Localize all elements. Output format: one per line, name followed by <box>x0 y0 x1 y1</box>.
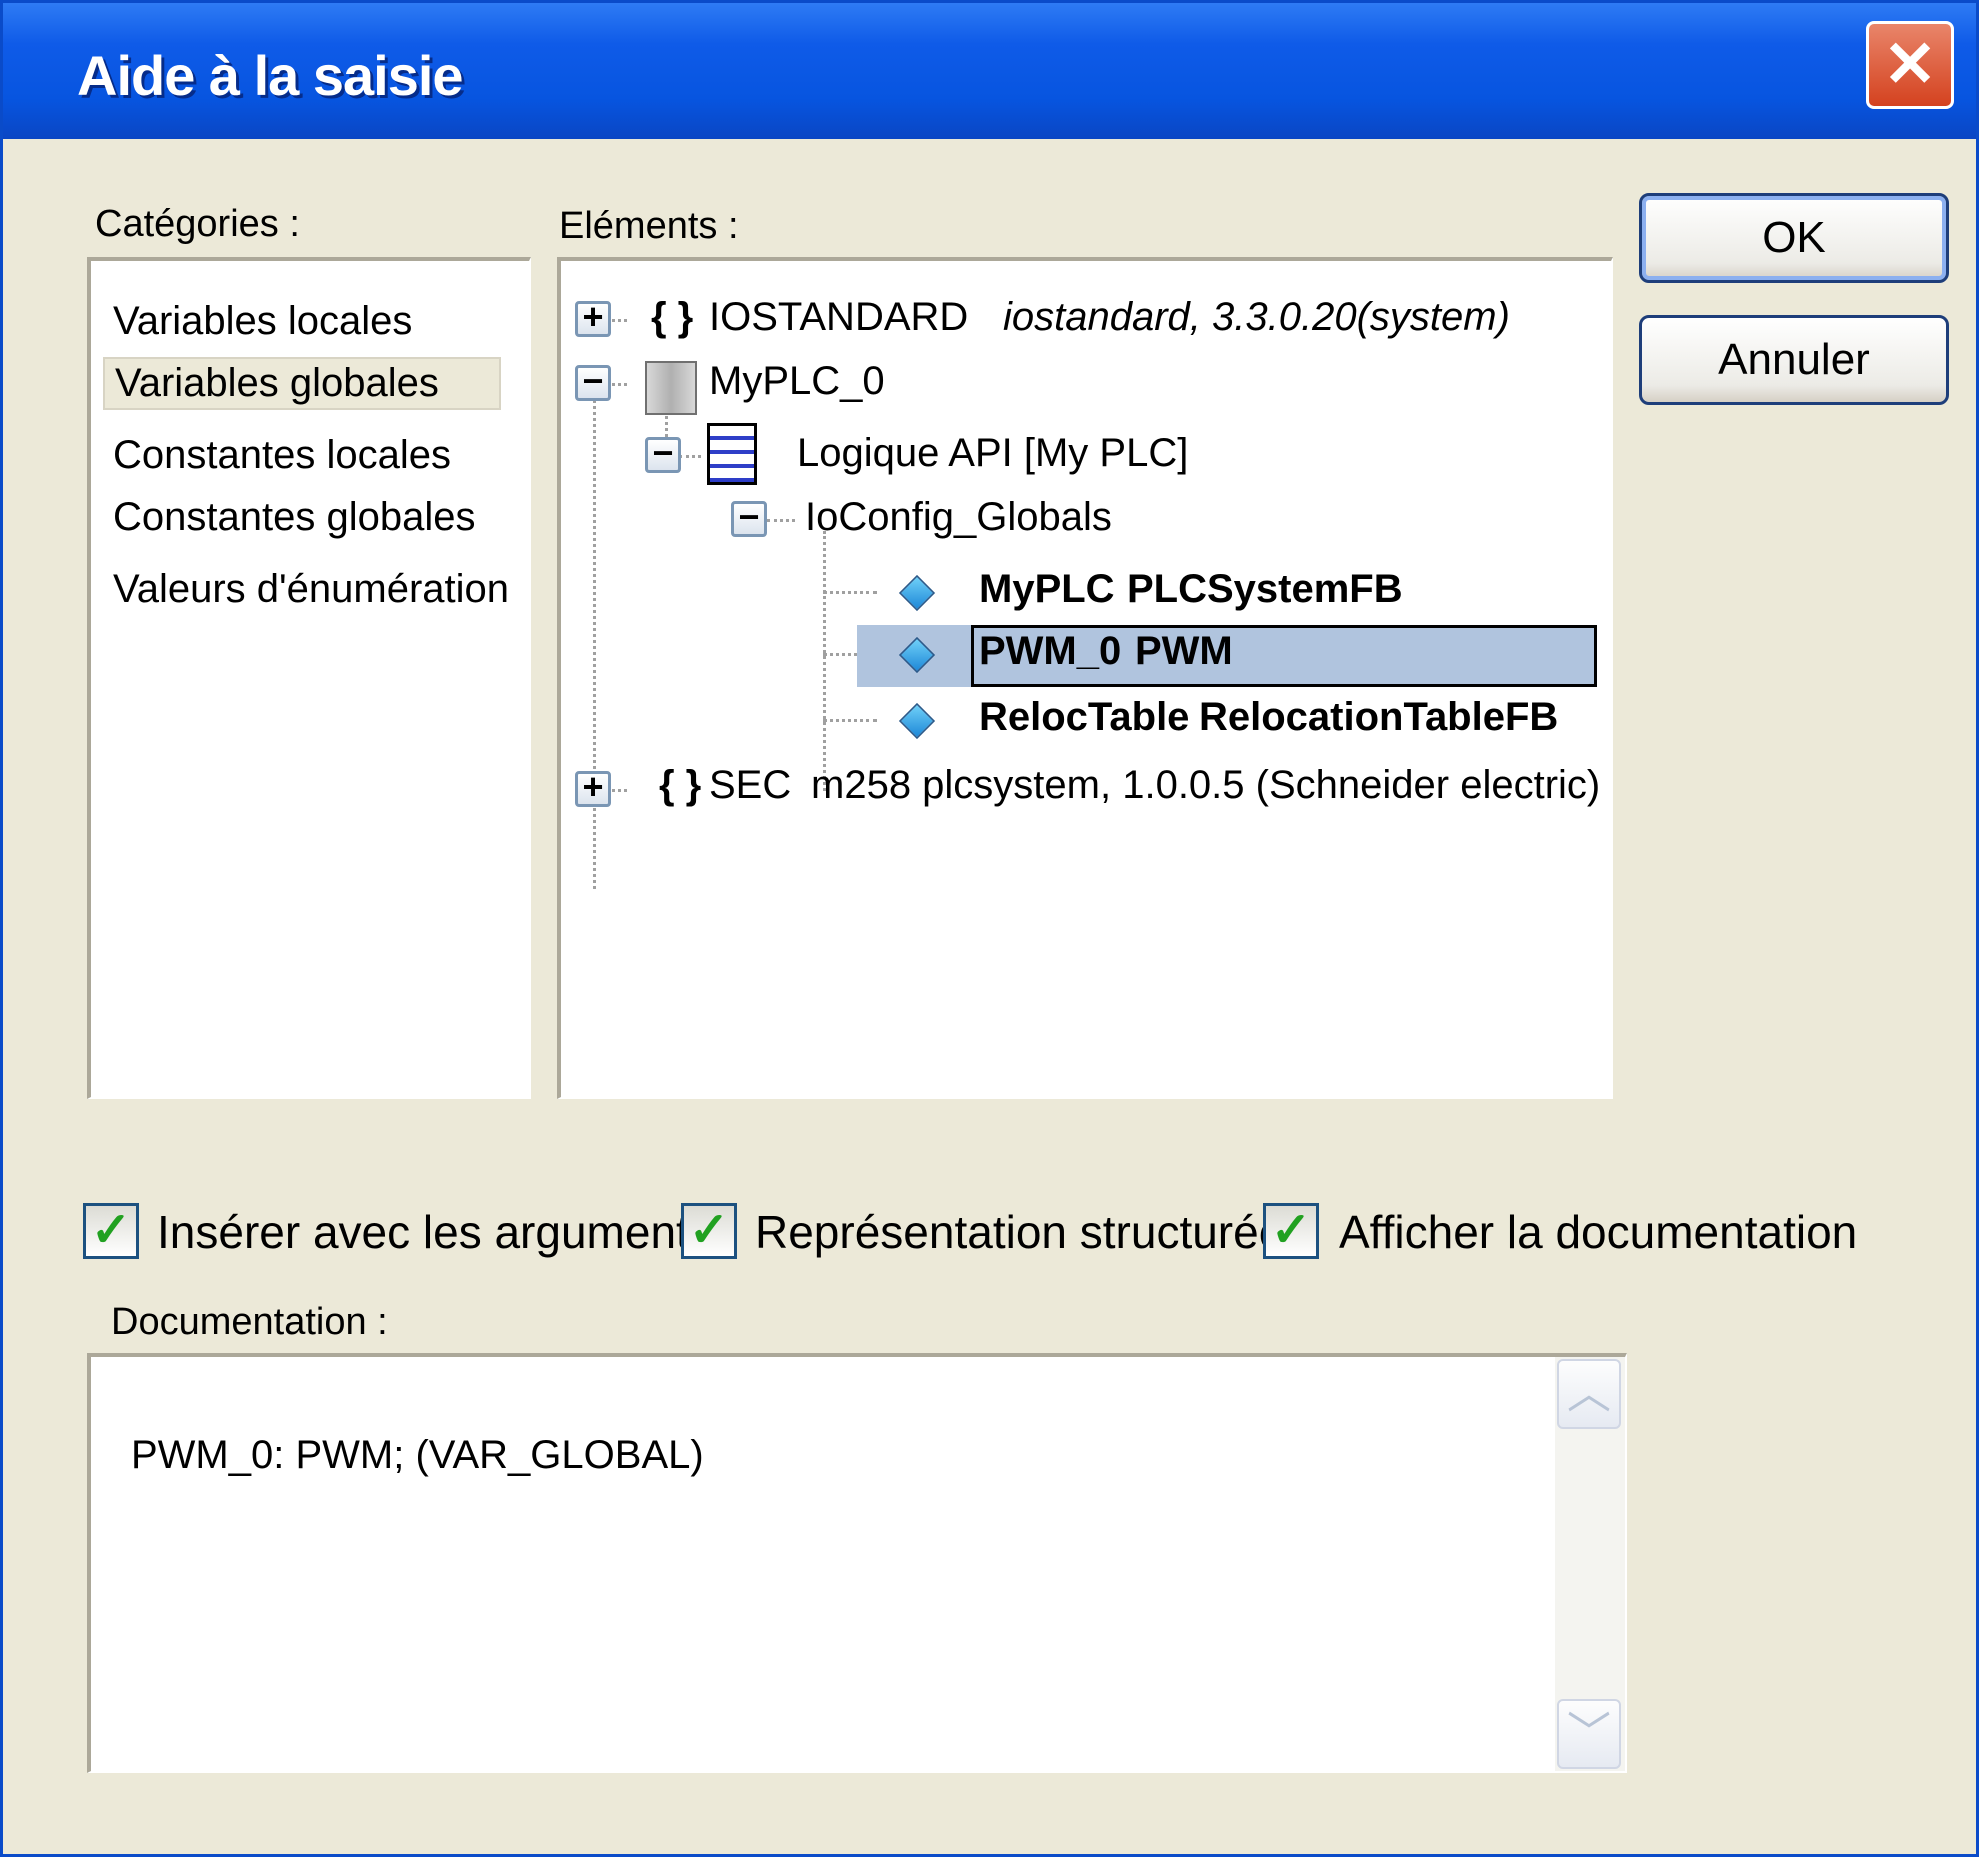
collapse-logique-api[interactable]: − <box>645 435 681 473</box>
title-bar[interactable]: Aide à la saisie ✕ <box>3 3 1976 139</box>
documentation-scrollbar[interactable]: ︿ ﹀ <box>1555 1357 1625 1771</box>
elements-tree[interactable]: + { } IOSTANDARD iostandard, 3.3.0.20(sy… <box>557 257 1613 1099</box>
tree-item-reloctable[interactable]: RelocTable <box>979 695 1189 740</box>
tree-connector <box>593 369 596 889</box>
expand-iostandard[interactable]: + <box>575 299 611 337</box>
tree-item-reloctable-type: RelocationTableFB <box>1199 695 1559 739</box>
category-item-local-constants[interactable]: Constantes locales <box>113 433 451 478</box>
tree-item-logique-api[interactable]: Logique API [My PLC] <box>797 431 1188 476</box>
categories-list[interactable]: Variables locales Variables globales Con… <box>87 257 531 1099</box>
documentation-text: PWM_0: PWM; (VAR_GLOBAL) <box>131 1433 704 1477</box>
elements-label: Eléments : <box>559 205 739 247</box>
category-item-enum-values[interactable]: Valeurs d'énumération <box>113 567 509 612</box>
structured-view-label[interactable]: Représentation structurée <box>755 1205 1284 1259</box>
tree-connector <box>679 455 701 458</box>
category-item-local-vars[interactable]: Variables locales <box>113 299 412 344</box>
chevron-up-icon: ︿ <box>1567 1369 1611 1418</box>
document-icon <box>707 423 757 485</box>
tree-item-pwm0-type: PWM <box>1135 629 1233 673</box>
categories-label: Catégories : <box>95 203 300 245</box>
show-documentation-checkbox[interactable]: ✓ <box>1263 1203 1319 1259</box>
tree-item-myplc[interactable]: MyPLC <box>979 567 1115 612</box>
documentation-label: Documentation : <box>111 1301 388 1343</box>
tree-item-iostandard-detail: iostandard, 3.3.0.20(system) <box>1003 295 1510 339</box>
ok-button[interactable]: OK <box>1639 193 1949 283</box>
function-block-icon <box>898 574 936 612</box>
documentation-box[interactable]: PWM_0: PWM; (VAR_GLOBAL) ︿ ﹀ <box>87 1353 1627 1773</box>
braces-icon: { } <box>659 763 702 807</box>
function-block-icon <box>898 702 936 740</box>
check-icon: ✓ <box>1270 1204 1312 1257</box>
dialog-title: Aide à la saisie <box>77 44 464 107</box>
scroll-up-button[interactable]: ︿ <box>1557 1359 1621 1429</box>
category-item-global-constants[interactable]: Constantes globales <box>113 495 475 540</box>
tree-connector <box>767 519 795 522</box>
dialog-window: Aide à la saisie ✕ Catégories : Variable… <box>0 0 1979 1857</box>
expand-sec[interactable]: + <box>575 769 611 807</box>
tree-connector <box>823 719 877 722</box>
braces-icon: { } <box>651 295 694 339</box>
chevron-down-icon: ﹀ <box>1567 1709 1611 1758</box>
tree-item-myplc-type: PLCSystemFB <box>1127 567 1403 611</box>
tree-item-sec-detail: m258 plcsystem, 1.0.0.5 (Schneider elect… <box>811 763 1601 807</box>
scroll-down-button[interactable]: ﹀ <box>1557 1699 1621 1769</box>
tree-item-myplc0[interactable]: MyPLC_0 <box>709 359 885 404</box>
close-button[interactable]: ✕ <box>1866 21 1954 109</box>
collapse-ioconfig-globals[interactable]: − <box>731 499 767 537</box>
collapse-myplc0[interactable]: − <box>575 363 611 401</box>
tree-item-ioconfig-globals[interactable]: IoConfig_Globals <box>805 495 1112 540</box>
category-item-global-vars[interactable]: Variables globales <box>103 357 501 410</box>
tree-item-iostandard[interactable]: IOSTANDARD <box>709 295 968 340</box>
tree-item-sec[interactable]: SEC <box>709 763 791 808</box>
tree-connector <box>823 591 877 594</box>
show-documentation-label[interactable]: Afficher la documentation <box>1339 1205 1857 1259</box>
check-icon: ✓ <box>90 1204 132 1257</box>
plc-icon <box>645 361 697 415</box>
insert-with-arguments-label[interactable]: Insérer avec les arguments <box>157 1205 712 1259</box>
cancel-button[interactable]: Annuler <box>1639 315 1949 405</box>
check-icon: ✓ <box>688 1204 730 1257</box>
tree-item-pwm0[interactable]: PWM_0 <box>979 629 1121 674</box>
insert-with-arguments-checkbox[interactable]: ✓ <box>83 1203 139 1259</box>
close-icon: ✕ <box>1883 28 1937 100</box>
structured-view-checkbox[interactable]: ✓ <box>681 1203 737 1259</box>
tree-connector <box>823 531 826 791</box>
